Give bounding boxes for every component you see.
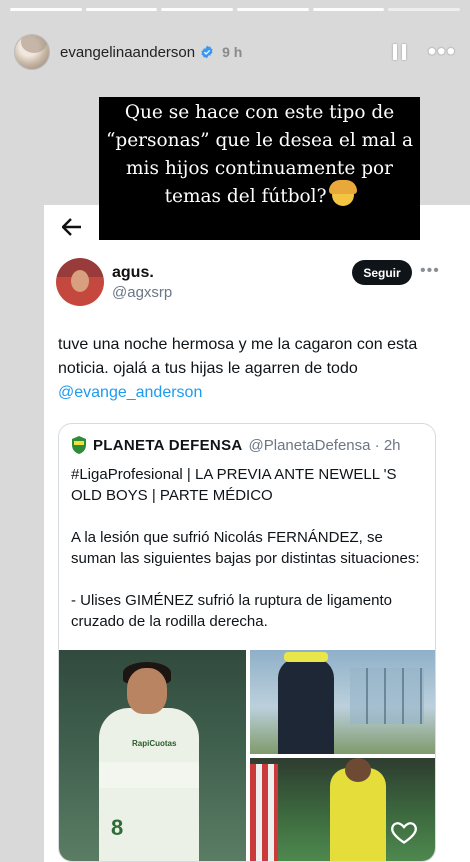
send-icon[interactable]: [436, 818, 462, 844]
progress-segment: [237, 8, 309, 11]
progress-segment: [85, 8, 158, 11]
tweet-body: tuve una noche hermosa y me la cagaron c…: [58, 336, 418, 377]
back-arrow-icon: [61, 216, 82, 242]
more-icon[interactable]: •••: [428, 40, 456, 64]
quoted-tweet: PLANETA DEFENSA @PlanetaDefensa · 2h #Li…: [58, 423, 436, 862]
story-caption: Que se hace con este tipo de “personas” …: [99, 97, 420, 240]
jersey-sponsor: RapiCuotas: [132, 739, 177, 748]
progress-segment: [388, 8, 461, 11]
tweet-author-name: agus.: [112, 264, 154, 281]
quoted-author-handle: @PlanetaDefensa · 2h: [248, 436, 401, 454]
story-progress-bar: [10, 8, 461, 11]
quoted-paragraph: A la lesión que sufrió Nicolás FERNÁNDEZ…: [71, 529, 420, 567]
progress-segment: [161, 8, 234, 11]
player-photo: [250, 650, 435, 754]
quoted-author-name: PLANETA DEFENSA: [93, 436, 243, 454]
story-username[interactable]: evangelinaanderson: [60, 44, 195, 61]
quoted-tweet-text: #LigaProfesional | LA PREVIA ANTE NEWELL…: [71, 464, 423, 653]
tweet-author-handle: @agxsrp: [112, 284, 173, 301]
follow-button: Seguir: [352, 260, 412, 285]
quoted-paragraph: - Ulises GIMÉNEZ sufrió la ruptura de li…: [71, 592, 392, 630]
story-caption-text: Que se hace con este tipo de “personas” …: [105, 102, 414, 207]
heart-icon[interactable]: [390, 818, 418, 846]
verified-badge-icon: [201, 45, 213, 59]
quoted-media-grid: RapiCuotas 8: [59, 650, 435, 861]
story-time: 9 h: [222, 44, 243, 60]
progress-segment: [10, 8, 82, 11]
progress-segment: [312, 8, 385, 11]
tweet-mention: @evange_anderson: [58, 384, 203, 401]
jersey-number: 8: [111, 815, 124, 840]
quoted-paragraph: #LigaProfesional | LA PREVIA ANTE NEWELL…: [71, 466, 397, 504]
tweet-text: tuve una noche hermosa y me la cagaron c…: [58, 333, 458, 405]
club-logo-icon: [72, 436, 86, 454]
player-photo: RapiCuotas 8: [59, 650, 246, 861]
tweet-more-icon: •••: [420, 262, 440, 279]
story-header: evangelinaanderson 9 h •••: [14, 32, 456, 72]
player-photo: [250, 758, 435, 861]
tweet-avatar: [56, 258, 104, 306]
facepalm-emoji-icon: [329, 180, 358, 206]
quoted-tweet-header: PLANETA DEFENSA @PlanetaDefensa · 2h: [71, 436, 401, 454]
pause-icon[interactable]: [392, 44, 406, 60]
story-avatar[interactable]: [14, 34, 50, 70]
